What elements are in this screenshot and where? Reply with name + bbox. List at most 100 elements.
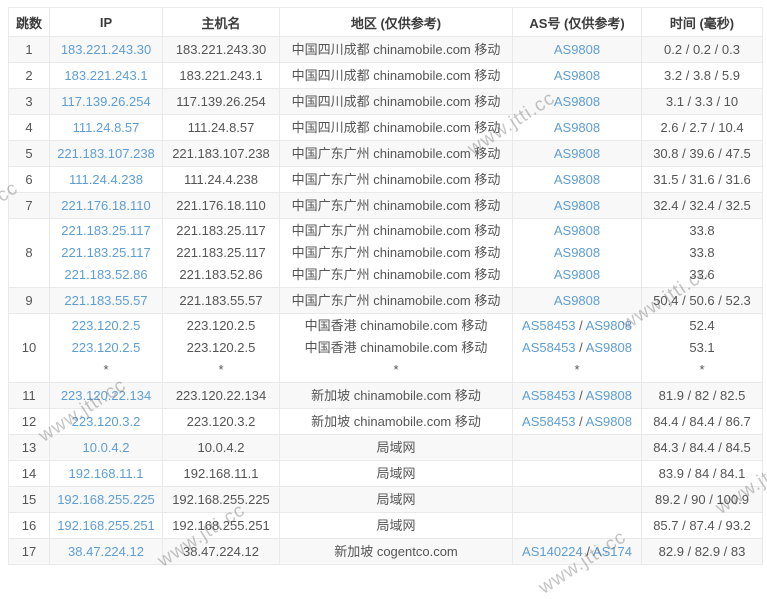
as-link[interactable]: AS58453: [522, 388, 576, 403]
cell-line: 10.0.4.2: [166, 437, 276, 459]
hop-cell: 11: [9, 383, 50, 409]
ip-cell: 192.168.255.225: [50, 487, 163, 513]
as-link[interactable]: AS9808: [554, 223, 600, 238]
ip-link[interactable]: 192.168.255.251: [57, 518, 155, 533]
as-link[interactable]: AS9808: [586, 318, 632, 333]
cell-text: 221.183.52.86: [179, 267, 262, 282]
cell-line: 3: [12, 91, 46, 113]
as-link[interactable]: AS9808: [586, 340, 632, 355]
ip-link[interactable]: 221.183.25.117: [61, 245, 150, 260]
cell-line: AS9808: [516, 195, 638, 217]
cell-text: *: [574, 362, 579, 377]
cell-text: 中国香港 chinamobile.com 移动: [305, 318, 488, 333]
hop-cell: 4: [9, 115, 50, 141]
ip-link[interactable]: 183.221.243.1: [64, 68, 147, 83]
cell-text: 2.6 / 2.7 / 10.4: [660, 120, 743, 135]
cell-line: 192.168.11.1: [53, 463, 159, 485]
host-cell: 221.183.25.117221.183.25.117221.183.52.8…: [163, 219, 280, 288]
region-cell: 局域网: [280, 461, 513, 487]
ip-link[interactable]: 223.120.3.2: [72, 414, 141, 429]
ip-link[interactable]: 117.139.26.254: [61, 94, 150, 109]
table-body: 1183.221.243.30183.221.243.30中国四川成都 chin…: [9, 37, 763, 565]
as-link[interactable]: AS58453: [522, 340, 576, 355]
ip-cell: 192.168.11.1: [50, 461, 163, 487]
as-link[interactable]: AS9808: [554, 172, 600, 187]
column-header: 主机名: [163, 8, 280, 37]
as-link[interactable]: AS9808: [554, 245, 600, 260]
cell-line: 111.24.8.57: [53, 117, 159, 139]
table-row: 15192.168.255.225192.168.255.225局域网89.2 …: [9, 487, 763, 513]
time-cell: 82.9 / 82.9 / 83: [642, 539, 763, 565]
cell-line: 局域网: [283, 437, 509, 459]
as-link[interactable]: AS9808: [554, 94, 600, 109]
as-link[interactable]: AS9808: [586, 414, 632, 429]
as-link[interactable]: AS174: [593, 544, 632, 559]
as-link[interactable]: AS9808: [554, 68, 600, 83]
ip-link[interactable]: 183.221.243.30: [61, 42, 151, 57]
cell-text: 32.4 / 32.4 / 32.5: [653, 198, 751, 213]
region-cell: 中国四川成都 chinamobile.com 移动: [280, 63, 513, 89]
hop-cell: 15: [9, 487, 50, 513]
cell-text: 中国广东广州 chinamobile.com 移动: [292, 223, 501, 238]
as-link[interactable]: AS9808: [586, 388, 632, 403]
ip-link[interactable]: 38.47.224.12: [68, 544, 144, 559]
as-link[interactable]: AS9808: [554, 267, 600, 282]
cell-text: 33.8: [689, 223, 714, 238]
as-link[interactable]: AS58453: [522, 318, 576, 333]
cell-line: 中国广东广州 chinamobile.com 移动: [283, 242, 509, 264]
ip-link[interactable]: 221.183.52.86: [64, 267, 147, 282]
time-cell: 30.8 / 39.6 / 47.5: [642, 141, 763, 167]
as-link[interactable]: AS9808: [554, 293, 600, 308]
ip-link[interactable]: 223.120.2.5: [72, 340, 141, 355]
as-cell: AS9808: [513, 115, 642, 141]
cell-line: AS9808: [516, 169, 638, 191]
cell-line: *: [166, 359, 276, 381]
host-cell: 10.0.4.2: [163, 435, 280, 461]
cell-line: *: [645, 359, 759, 381]
cell-text: 4: [25, 120, 32, 135]
ip-link[interactable]: 221.183.107.238: [57, 146, 155, 161]
cell-line: AS58453 / AS9808: [516, 337, 638, 359]
region-cell: 局域网: [280, 513, 513, 539]
ip-link[interactable]: 111.24.8.57: [73, 120, 140, 135]
as-link[interactable]: AS140224: [522, 544, 583, 559]
cell-text: 中国四川成都 chinamobile.com 移动: [292, 120, 501, 135]
ip-link[interactable]: 221.183.25.117: [61, 223, 150, 238]
ip-link[interactable]: 111.24.4.238: [69, 172, 143, 187]
hop-cell: 8: [9, 219, 50, 288]
as-link[interactable]: AS58453: [522, 414, 576, 429]
ip-link[interactable]: 10.0.4.2: [83, 440, 130, 455]
table-row: 4111.24.8.57111.24.8.57中国四川成都 chinamobil…: [9, 115, 763, 141]
cell-text: 中国广东广州 chinamobile.com 移动: [292, 198, 501, 213]
ip-link[interactable]: 223.120.22.134: [61, 388, 151, 403]
cell-line: 84.3 / 84.4 / 84.5: [645, 437, 759, 459]
cell-line: 223.120.3.2: [53, 411, 159, 433]
as-link[interactable]: AS9808: [554, 42, 600, 57]
cell-text: 12: [22, 414, 36, 429]
ip-cell: 221.183.25.117 221.183.25.117 221.183.52.8…: [50, 219, 163, 288]
ip-link[interactable]: 221.176.18.110: [61, 198, 150, 213]
cell-text: 中国广东广州 chinamobile.com 移动: [292, 267, 501, 282]
cell-text: 221.183.107.238: [172, 146, 270, 161]
ip-link[interactable]: 192.168.255.225: [57, 492, 155, 507]
cell-line: 中国四川成都 chinamobile.com 移动: [283, 65, 509, 87]
cell-line: 52.4: [645, 315, 759, 337]
cell-text: 82.9 / 82.9 / 83: [659, 544, 746, 559]
cell-text: 15: [22, 492, 36, 507]
time-cell: 2.6 / 2.7 / 10.4: [642, 115, 763, 141]
ip-link[interactable]: 221.183.55.57: [64, 293, 147, 308]
as-link[interactable]: AS9808: [554, 146, 600, 161]
time-cell: 3.1 / 3.3 / 10: [642, 89, 763, 115]
as-cell: AS58453 / AS9808: [513, 383, 642, 409]
as-link[interactable]: AS9808: [554, 120, 600, 135]
ip-link[interactable]: 223.120.2.5: [72, 318, 141, 333]
cell-text: 85.7 / 87.4 / 93.2: [653, 518, 751, 533]
cell-line: 84.4 / 84.4 / 86.7: [645, 411, 759, 433]
cell-text: 中国广东广州 chinamobile.com 移动: [292, 245, 501, 260]
as-link[interactable]: AS9808: [554, 198, 600, 213]
cell-line: AS140224 / AS174: [516, 541, 638, 563]
cell-line: 7: [12, 195, 46, 217]
time-cell: 85.7 / 87.4 / 93.2: [642, 513, 763, 539]
ip-link[interactable]: 192.168.11.1: [69, 466, 144, 481]
column-header: 跳数: [9, 8, 50, 37]
